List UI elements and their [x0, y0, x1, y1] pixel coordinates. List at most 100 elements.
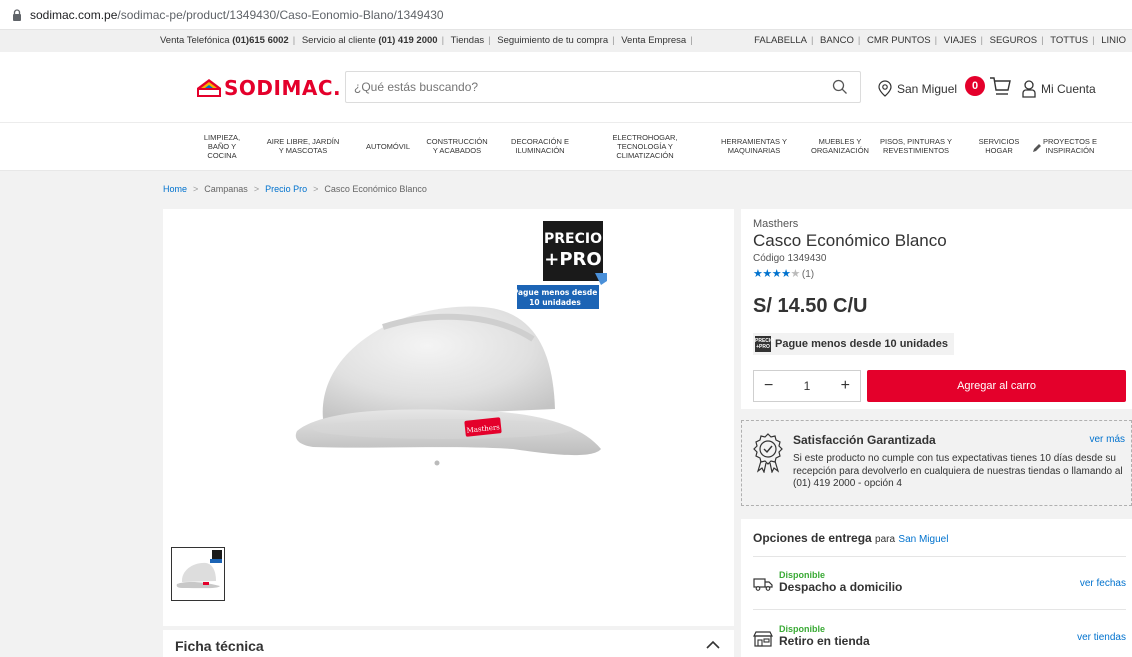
satisfaction-title: Satisfacción Garantizada — [793, 433, 936, 447]
topbar-link-tracking[interactable]: Seguimiento de tu compra — [497, 35, 608, 46]
ficha-tecnica-title: Ficha técnica — [175, 638, 264, 654]
truck-icon — [753, 578, 773, 591]
topbar-link-banco[interactable]: BANCO — [820, 35, 854, 46]
delivery-status: Disponible — [779, 570, 826, 580]
topbar-link-phone-sales[interactable]: Venta Telefónica (01)615 6002 — [160, 35, 289, 46]
product-title: Casco Económico Blanco — [753, 231, 947, 250]
chevron-up-icon[interactable] — [706, 640, 720, 649]
quantity-value[interactable]: 1 — [804, 379, 811, 393]
precio-pro-mini-icon: PRECIO +PRO — [755, 336, 775, 352]
url-domain: sodimac.com.pe — [30, 7, 118, 22]
breadcrumb-home[interactable]: Home — [163, 184, 187, 194]
delivery-options: Opciones de entrega para San Miguel Disp… — [741, 519, 1132, 657]
account-label: Mi Cuenta — [1041, 82, 1096, 96]
badge-caption1: Pague menos desde — [517, 288, 597, 297]
category-proyectos[interactable]: PROYECTOS E INSPIRACIÓN — [1042, 137, 1098, 155]
breadcrumb-precio-pro[interactable]: Precio Pro — [265, 184, 307, 194]
product-info-panel: Masthers Casco Económico Blanco Código 1… — [741, 209, 1132, 409]
category-construccion[interactable]: CONSTRUCCIÓN Y ACABADOS — [420, 137, 494, 155]
lock-icon — [13, 8, 21, 21]
quantity-stepper: − 1 + — [753, 370, 861, 402]
product-image-helmet[interactable]: Masthers — [283, 299, 613, 499]
cart-button[interactable]: 0 — [965, 76, 1011, 96]
delivery-location-link[interactable]: San Miguel — [898, 534, 948, 545]
topbar-link-customer-service[interactable]: Servicio al cliente (01) 419 2000 — [302, 35, 438, 46]
location-pin-icon — [878, 80, 892, 97]
satisfaction-guarantee: Satisfacción Garantizada ver más Si este… — [741, 420, 1132, 506]
url-path: /sodimac-pe/product/1349430/Caso-Eonomio… — [117, 7, 444, 22]
category-electrohogar[interactable]: ELECTROHOGAR, TECNOLOGÍA Y CLIMATIZACIÓN — [600, 133, 690, 160]
product-brand[interactable]: Masthers — [753, 218, 798, 230]
top-utility-bar: Venta Telefónica (01)615 6002 | Servicio … — [0, 30, 1132, 52]
topbar-right-links: FALABELLA | BANCO | CMR PUNTOS | VIAJES | SE… — [754, 35, 1126, 46]
topbar-link-viajes[interactable]: VIAJES — [944, 35, 977, 46]
star-icon: ★ — [762, 268, 772, 280]
location-selector[interactable]: San Miguel — [878, 80, 957, 97]
product-price: S/ 14.50 C/U — [753, 295, 868, 317]
delivery-status: Disponible — [779, 624, 826, 634]
location-label: San Miguel — [897, 81, 958, 96]
category-pisos[interactable]: PISOS, PINTURAS Y REVESTIMIENTOS — [866, 137, 966, 155]
topbar-link-stores[interactable]: Tiendas — [451, 35, 484, 46]
see-dates-link[interactable]: ver fechas — [1080, 578, 1126, 589]
thumbnail-1[interactable] — [171, 547, 225, 601]
category-herramientas[interactable]: HERRAMIENTAS Y MAQUINARIAS — [714, 137, 794, 155]
house-logo-icon — [197, 79, 221, 97]
category-limpieza[interactable]: LIMPIEZA, BAÑO Y COCINA — [199, 133, 245, 160]
pencil-icon — [1033, 144, 1041, 152]
rating-stars[interactable]: ★★★★★ (1) — [753, 267, 814, 280]
precio-pro-promo: PRECIO +PRO Pague menos desde 10 unidades — [753, 333, 955, 355]
breadcrumb: Home > Campanas > Precio Pro > Casco Económico… — [163, 184, 427, 194]
star-icon: ★ — [753, 268, 763, 280]
topbar-link-cmr[interactable]: CMR PUNTOS — [867, 35, 931, 46]
promo-text: Pague menos desde 10 unidades — [775, 338, 949, 350]
increase-quantity-button[interactable]: + — [841, 377, 850, 395]
topbar-link-business-sales[interactable]: Venta Empresa — [621, 35, 686, 46]
topbar-left-links: Venta Telefónica (01)615 6002 | Servicio … — [160, 35, 693, 46]
satisfaction-more-link[interactable]: ver más — [1089, 434, 1125, 445]
category-servicios[interactable]: SERVICIOS HOGAR — [968, 137, 1030, 155]
delivery-label: Retiro en tienda — [779, 634, 870, 648]
search-input[interactable] — [354, 80, 814, 94]
topbar-link-seguros[interactable]: SEGUROS — [990, 35, 1038, 46]
topbar-link-tottus[interactable]: TOTTUS — [1050, 35, 1088, 46]
delivery-option-store: Disponible Retiro en tienda ver tiendas — [753, 624, 1126, 654]
user-icon — [1022, 80, 1036, 98]
delivery-title: Opciones de entrega para San Miguel — [753, 531, 949, 545]
ficha-tecnica-section[interactable]: Ficha técnica — [163, 630, 734, 657]
search-box[interactable] — [345, 71, 861, 103]
delivery-option-home: Disponible Despacho a domicilio ver fech… — [753, 570, 1126, 600]
star-empty-icon: ★ — [790, 268, 801, 280]
product-image-panel: PRECIO +PRO Pague menos desde 10 unidade… — [163, 209, 734, 626]
category-automovil[interactable]: AUTOMÓVIL — [360, 142, 416, 151]
decrease-quantity-button[interactable]: − — [764, 377, 773, 395]
search-icon[interactable] — [832, 79, 848, 95]
logo-text: SODIMAC. — [224, 76, 342, 100]
address-bar[interactable]: sodimac.com.pe/sodimac-pe/product/134943… — [0, 0, 1132, 30]
topbar-link-falabella[interactable]: FALABELLA — [754, 35, 807, 46]
cart-icon — [990, 77, 1011, 95]
delivery-label: Despacho a domicilio — [779, 580, 903, 594]
site-header: SODIMAC. San Miguel 0 Mi Cuenta — [0, 52, 1132, 122]
category-nav: LIMPIEZA, BAÑO Y COCINA AIRE LIBRE, JARD… — [0, 122, 1132, 171]
breadcrumb-campanas[interactable]: Campanas — [204, 184, 248, 194]
store-icon — [753, 631, 773, 647]
breadcrumb-current: Casco Económico Blanco — [324, 184, 427, 194]
add-to-cart-button[interactable]: Agregar al carro — [867, 370, 1126, 402]
see-stores-link[interactable]: ver tiendas — [1077, 632, 1126, 643]
star-icon: ★ — [771, 268, 782, 280]
account-button[interactable]: Mi Cuenta — [1022, 80, 1096, 98]
category-decoracion[interactable]: DECORACIÓN E ILUMINACIÓN — [500, 137, 580, 155]
sodimac-logo[interactable]: SODIMAC. — [196, 76, 341, 100]
satisfaction-text: Si este producto no cumple con tus expec… — [793, 453, 1123, 489]
category-aire-libre[interactable]: AIRE LIBRE, JARDÍN Y MASCOTAS — [262, 137, 344, 155]
divider — [753, 556, 1126, 557]
star-icon: ★ — [781, 268, 791, 280]
badge-line2: +PRO — [544, 249, 601, 270]
badge-line1: PRECIO — [544, 231, 602, 247]
review-count: (1) — [801, 269, 815, 280]
topbar-link-linio[interactable]: LINIO — [1101, 35, 1126, 46]
guarantee-seal-icon — [753, 433, 783, 473]
cart-count-badge: 0 — [965, 76, 985, 96]
product-code: Código 1349430 — [753, 253, 827, 264]
